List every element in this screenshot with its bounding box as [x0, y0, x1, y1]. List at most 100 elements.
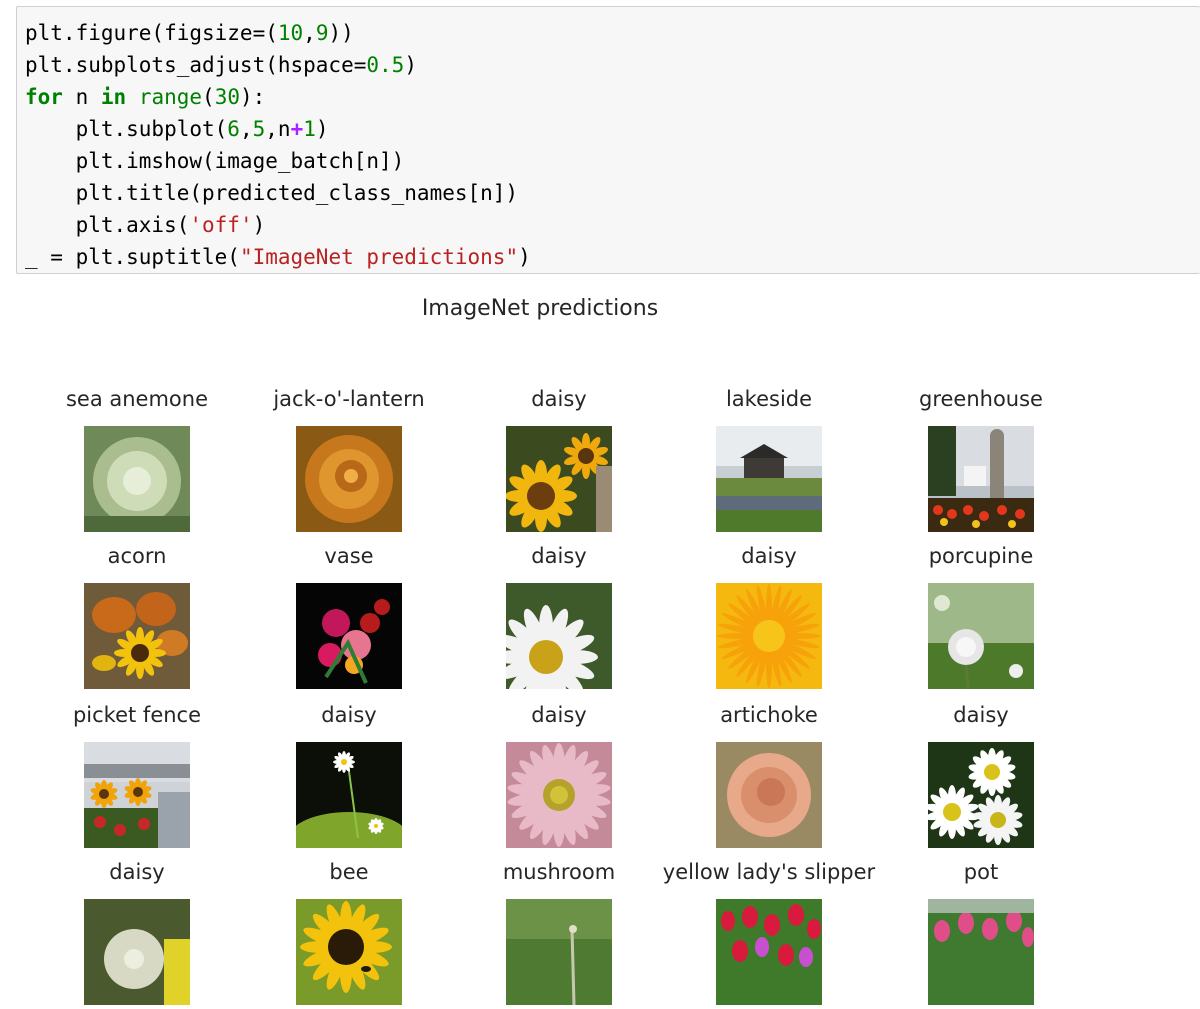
- subplot-title: daisy: [321, 703, 377, 727]
- subplot-title: greenhouse: [919, 387, 1043, 411]
- subplot-title: bee: [329, 860, 369, 884]
- subplot: daisy: [871, 700, 1091, 848]
- subplot-image: [84, 583, 190, 689]
- code-token: plt.figure(figsize=(: [25, 21, 278, 45]
- subplot-title: jack-o'-lantern: [273, 387, 425, 411]
- subplot: vase: [239, 541, 459, 689]
- subplot-title: yellow lady's slipper: [662, 860, 876, 884]
- subplot-image: [84, 426, 190, 532]
- code-token: ): [404, 53, 417, 77]
- subplot-title: lakeside: [725, 387, 813, 411]
- subplot: acorn: [27, 541, 247, 689]
- code-token: _ = plt.suptitle(: [25, 245, 240, 269]
- code-token: 9: [315, 21, 329, 45]
- subplot: lakeside: [659, 384, 879, 532]
- subplot: porcupine: [871, 541, 1091, 690]
- subplot-title: daisy: [741, 544, 797, 568]
- code-line: plt.axis('off'): [25, 209, 1200, 241]
- subplot-image: [296, 426, 402, 532]
- code-token: 0.5: [366, 53, 405, 77]
- subplot: daisy: [239, 700, 459, 864]
- subplot-image: [296, 583, 402, 689]
- code-token: ): [252, 213, 266, 237]
- subplot-image: [928, 899, 1034, 1005]
- code-token: ):: [240, 85, 266, 109]
- subplot-title: picket fence: [72, 703, 202, 727]
- subplot: daisy: [449, 541, 669, 709]
- code-token: plt.subplot(: [25, 117, 228, 141]
- subplot: bee: [239, 857, 459, 1005]
- code-token: 30: [214, 85, 240, 109]
- code-line: for n in range(30):: [25, 81, 1200, 113]
- subplot-image: [925, 742, 1034, 848]
- code-token: plt.title(predicted_class_names[n]): [25, 181, 519, 205]
- subplot: daisy: [659, 541, 879, 689]
- code-token: plt.imshow(image_batch[n]): [25, 149, 405, 173]
- code-line: plt.subplots_adjust(hspace=0.5): [25, 49, 1200, 81]
- code-line: _ = plt.suptitle("ImageNet predictions"): [25, 241, 1200, 273]
- code-token: ,n: [265, 117, 291, 141]
- subplot-image: [506, 899, 612, 1006]
- code-line: plt.title(predicted_class_names[n]): [25, 177, 1200, 209]
- code-token: 10: [277, 21, 304, 45]
- subplot: mushroom: [449, 857, 669, 1006]
- subplot-title: sea anemone: [65, 387, 209, 411]
- subplot: pot: [871, 857, 1091, 1005]
- subplot-image: [716, 742, 822, 848]
- code-token: n: [62, 85, 101, 109]
- code-token: 'off': [189, 213, 253, 237]
- subplot-title: vase: [324, 544, 374, 568]
- subplot-title: daisy: [531, 387, 587, 411]
- subplot-image: [506, 742, 612, 848]
- subplot: daisy: [449, 700, 669, 848]
- subplot-image: [716, 426, 822, 532]
- code-token: ): [315, 117, 329, 141]
- code-token: ): [518, 245, 531, 269]
- subplot-title: daisy: [531, 544, 587, 568]
- subplot-image: [928, 583, 1034, 690]
- subplot-title: daisy: [109, 860, 165, 884]
- code-token: 5: [252, 117, 266, 141]
- code-token: "ImageNet predictions": [239, 245, 519, 269]
- code-editor[interactable]: plt.figure(figsize=(10,9)) plt.subplots_a…: [25, 17, 1200, 273]
- subplot-title: acorn: [107, 544, 167, 568]
- output-area: ImageNet predictions sea anemone jack-o'-…: [0, 274, 1200, 1006]
- subplot-title: daisy: [531, 703, 587, 727]
- subplot-image: [505, 426, 612, 532]
- subplot: picket fence: [27, 700, 247, 848]
- subplot-title: porcupine: [928, 544, 1034, 568]
- code-cell[interactable]: plt.figure(figsize=(10,9)) plt.subplots_a…: [16, 6, 1200, 274]
- subplot: artichoke: [659, 700, 879, 848]
- subplot: daisy: [449, 384, 669, 532]
- code-token: (: [202, 85, 215, 109]
- code-token: 6: [227, 117, 240, 141]
- subplot: daisy: [27, 857, 247, 1005]
- code-token: plt.subplots_adjust(hspace=: [25, 53, 367, 77]
- figure-suptitle: ImageNet predictions: [421, 296, 659, 321]
- code-token: in: [100, 85, 127, 109]
- subplot-title: artichoke: [720, 703, 818, 727]
- subplot-title: daisy: [953, 703, 1009, 727]
- code-token: ,: [239, 117, 253, 141]
- code-token: ,: [303, 21, 316, 45]
- subplot: yellow lady's slipper: [659, 857, 879, 1005]
- code-line: plt.subplot(6,5,n+1): [25, 113, 1200, 145]
- code-token: +: [290, 117, 304, 141]
- subplot: jack-o'-lantern: [239, 384, 459, 532]
- code-line: plt.imshow(image_batch[n]): [25, 145, 1200, 177]
- subplot-image: [84, 899, 190, 1005]
- code-line: plt.figure(figsize=(10,9)): [25, 17, 1200, 49]
- code-token: range: [138, 85, 203, 109]
- subplot-image: [289, 742, 409, 864]
- subplot-title: mushroom: [502, 860, 616, 884]
- subplot-image: [716, 899, 822, 1005]
- code-token: for: [25, 85, 63, 109]
- code-token: 1: [303, 117, 316, 141]
- subplot-title: pot: [963, 860, 999, 884]
- subplot: sea anemone: [27, 384, 247, 532]
- subplot-image: [494, 583, 612, 709]
- subplot-image: [928, 426, 1034, 532]
- code-token: plt.axis(: [25, 213, 190, 237]
- subplot: greenhouse: [871, 384, 1091, 532]
